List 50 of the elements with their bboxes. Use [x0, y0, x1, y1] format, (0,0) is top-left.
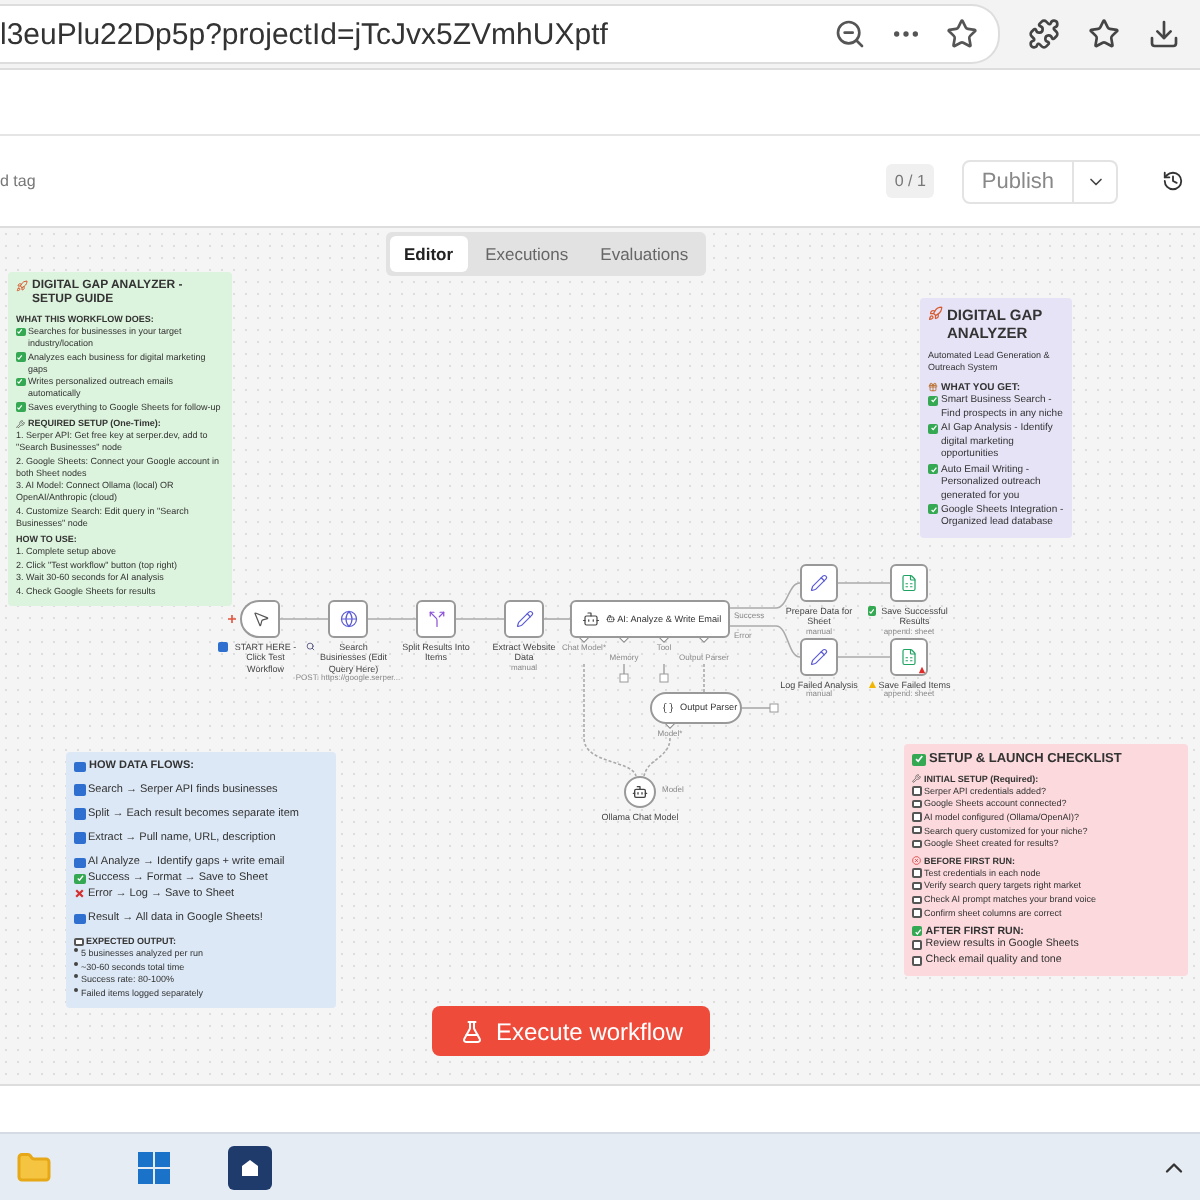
workflow-node[interactable] — [890, 564, 928, 602]
extensions-icon[interactable] — [1028, 18, 1060, 50]
view-tab[interactable]: Executions — [471, 236, 583, 272]
spreadsheet-icon — [900, 574, 918, 592]
pencil-icon — [810, 574, 828, 592]
version-count: 0 / 1 — [886, 164, 934, 198]
view-tab[interactable]: Evaluations — [586, 236, 703, 272]
add-tag-link[interactable]: d tag — [0, 172, 36, 190]
connection-line — [729, 625, 801, 658]
globe-icon — [339, 610, 357, 628]
workflow-node[interactable] — [624, 776, 656, 808]
app-icon[interactable] — [228, 1145, 272, 1189]
add-node-handle[interactable] — [659, 673, 669, 683]
workflow-node[interactable] — [504, 600, 544, 638]
pencil-icon — [810, 648, 828, 666]
favorites-icon[interactable] — [1088, 18, 1120, 50]
download-icon[interactable] — [1148, 18, 1180, 50]
connection-line — [837, 582, 891, 584]
add-node-handle[interactable] — [769, 703, 779, 713]
pencil-icon — [515, 610, 533, 628]
workflow-node[interactable] — [240, 600, 280, 638]
connection-line — [663, 663, 665, 675]
braces-icon — [662, 702, 674, 714]
connection-line — [367, 618, 417, 620]
flask-icon — [460, 1019, 484, 1043]
connection-line — [643, 737, 671, 777]
connection-line — [703, 663, 705, 693]
workflow-node[interactable] — [416, 600, 456, 638]
execute-workflow-button[interactable]: Execute workflow — [432, 1006, 711, 1056]
history-icon[interactable] — [1162, 170, 1184, 192]
connection-line — [837, 656, 891, 658]
connection-line — [543, 618, 571, 620]
robot-icon — [582, 610, 600, 628]
star-icon[interactable] — [946, 18, 978, 50]
split-icon — [427, 610, 445, 628]
workflow-node[interactable] — [328, 600, 368, 638]
connection-line — [729, 582, 801, 609]
spreadsheet-icon — [900, 648, 918, 666]
add-node-handle[interactable] — [619, 673, 629, 683]
workflow-node[interactable] — [890, 638, 928, 676]
workflow-node[interactable] — [800, 564, 838, 602]
zoom-out-icon[interactable] — [834, 18, 866, 50]
view-tab[interactable]: Editor — [390, 236, 468, 272]
connection-line — [455, 618, 505, 620]
publish-button[interactable]: Publish — [961, 159, 1074, 203]
connection-line — [741, 707, 771, 709]
cursor-icon — [251, 610, 269, 628]
trigger-marker — [227, 614, 237, 624]
connection-line — [279, 618, 329, 620]
workflow-node[interactable] — [800, 638, 838, 676]
